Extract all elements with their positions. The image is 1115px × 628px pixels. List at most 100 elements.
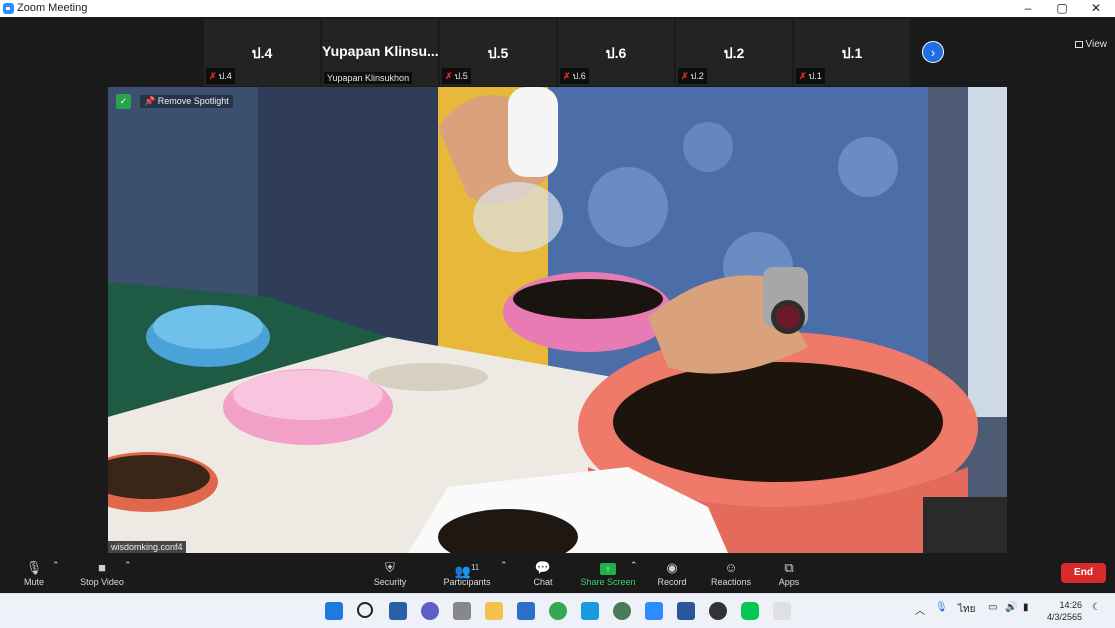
network-icon[interactable]: ▭ [988,602,997,613]
participant-caption: ✗ ป.6 [560,68,589,84]
caption-text: ป.2 [690,71,704,81]
share-screen-button[interactable]: ↑ Share Screen [580,560,636,587]
video-camera-icon: ■ [98,560,106,575]
line-icon[interactable] [741,602,759,620]
chat-bubble-icon: 💬 [534,560,552,575]
video-name-label: wisdomking.conf4 [108,541,186,553]
record-icon: ◉ [666,560,678,575]
remove-spotlight-label: Remove Spotlight [157,96,229,106]
windows-taskbar: ︿ 🎙 ไทย ▭ 🔊 ▮ 14:26 4/3/2565 ☾ [0,593,1115,628]
app-dark-icon[interactable] [709,602,727,620]
participant-tile[interactable]: ป.4 ✗ ป.4 [204,19,320,86]
caption-text: ป.4 [218,71,232,81]
notifications-icon[interactable]: ☾ [1092,602,1101,613]
share-screen-icon: ↑ [580,560,636,575]
view-button[interactable]: View [1074,39,1108,50]
language-indicator[interactable]: ไทย [958,602,975,617]
record-button[interactable]: ◉ Record [654,560,690,587]
participants-button[interactable]: 👥11 Participants [440,560,494,587]
caption-text: ป.6 [572,71,586,81]
chrome-icon[interactable] [549,602,567,620]
muted-mic-icon: ✗ [563,71,571,81]
shield-icon: ⛨ [385,560,395,575]
participant-name: ป.5 [487,45,509,61]
participant-tile[interactable]: ป.5 ✗ ป.5 [440,19,556,86]
reactions-label: Reactions [710,577,752,587]
maximize-button[interactable]: ▢ [1045,0,1079,17]
video-frame-illustration [108,87,1007,553]
tray-microphone-icon[interactable]: 🎙 [935,602,948,613]
system-clock[interactable]: 14:26 4/3/2565 [1047,599,1082,623]
share-screen-label: Share Screen [580,577,636,587]
participant-caption: Yupapan Klinsukhon [324,72,413,84]
apps-label: Apps [778,577,800,587]
window-title: Zoom Meeting [17,2,88,14]
participant-count: 11 [470,563,480,572]
search-icon[interactable] [357,602,373,618]
participants-icon: 👥11 [454,563,480,579]
share-options-caret[interactable]: ⌃ [630,560,638,571]
audio-options-caret[interactable]: ⌃ [52,560,60,571]
video-options-caret[interactable]: ⌃ [124,560,132,571]
mute-label: Mute [23,577,44,587]
participant-tile[interactable]: Yupapan Klinsu... Yupapan Klinsukhon [322,19,438,86]
participant-tile[interactable]: ป.1 ✗ ป.1 [794,19,910,86]
file-explorer-icon[interactable] [485,602,503,620]
end-meeting-button[interactable]: End [1061,563,1106,583]
word-icon[interactable] [677,602,695,620]
close-button[interactable]: ✕ [1079,0,1113,17]
volume-icon[interactable]: 🔊 [1005,602,1017,613]
participant-tile[interactable]: ป.2 ✗ ป.2 [676,19,792,86]
caption-text: ป.1 [808,71,822,81]
battery-icon[interactable]: ▮ [1023,602,1029,613]
security-label: Security [373,577,407,587]
apps-icon: ⧉ [784,560,794,575]
windows-start-icon[interactable] [325,602,343,620]
security-button[interactable]: ⛨ Security [370,560,410,587]
pin-icon: 📌 [144,96,158,106]
participant-name: Yupapan Klinsu... [322,43,438,59]
clock-time: 14:26 [1059,600,1083,610]
stop-video-button[interactable]: ■ Stop Video [76,560,128,587]
chevron-up-icon[interactable]: ︿ [915,602,925,617]
minimize-button[interactable]: – [1011,0,1045,17]
participant-name: ป.2 [723,45,745,61]
muted-mic-icon: ✗ [799,71,807,81]
participant-caption: ✗ ป.2 [678,68,707,84]
app-l-icon[interactable] [581,602,599,620]
zoom-logo-icon [3,3,14,14]
reactions-button[interactable]: ☺ Reactions [708,560,754,587]
caption-text: Yupapan Klinsukhon [327,73,410,83]
teams-chat-icon[interactable] [421,602,439,620]
participants-label: Participants [443,577,491,587]
participant-name: ป.1 [841,45,863,61]
next-page-button[interactable]: › [922,41,944,63]
apps-button[interactable]: ⧉ Apps [774,560,804,587]
widgets-icon[interactable] [389,602,407,620]
muted-mic-icon: ✗ [681,71,689,81]
grid-icon [1074,41,1083,48]
participant-caption: ✗ ป.4 [206,68,235,84]
participant-caption: ✗ ป.1 [796,68,825,84]
muted-mic-icon: ✗ [445,71,453,81]
device-icon[interactable] [453,602,471,620]
tool-icon[interactable] [773,602,791,620]
meeting-toolbar: 🎙 Mute ⌃ ■ Stop Video ⌃ ⛨ Security 👥11 P… [0,555,1115,593]
chrome-profile-icon[interactable] [613,602,631,620]
microphone-icon: 🎙 [25,560,43,575]
view-label: View [1085,39,1108,50]
mail-icon[interactable] [517,602,535,620]
title-bar: Zoom Meeting – ▢ ✕ [0,0,1115,17]
reactions-icon: ☺ [724,560,738,575]
chat-button[interactable]: 💬 Chat [526,560,560,587]
spotlight-video: ✓ 📌 Remove Spotlight wisdomking.conf4 [108,87,1007,553]
chat-label: Chat [533,577,553,587]
muted-mic-icon: ✗ [209,71,217,81]
participant-name: ป.4 [251,45,273,61]
participants-options-caret[interactable]: ⌃ [500,560,508,571]
mute-button[interactable]: 🎙 Mute [18,560,50,587]
participant-tile[interactable]: ป.6 ✗ ป.6 [558,19,674,86]
zoom-taskbar-icon[interactable] [645,602,663,620]
remove-spotlight-button[interactable]: 📌 Remove Spotlight [140,95,233,108]
security-shield-icon: ✓ [116,94,131,109]
